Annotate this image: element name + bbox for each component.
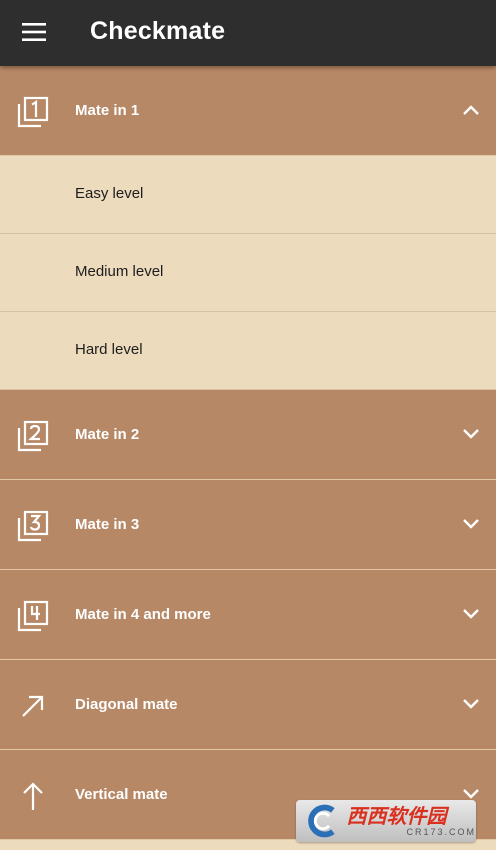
square-1-icon (17, 96, 49, 128)
watermark-logo: 西西软件园 CR173.COM (296, 800, 476, 842)
app-bar: Checkmate (0, 0, 496, 66)
square-2-icon (17, 420, 49, 452)
chevron-down-icon[interactable] (462, 607, 480, 619)
section-mate-in-1[interactable]: Mate in 1 (0, 66, 496, 156)
chevron-down-icon[interactable] (462, 787, 480, 799)
square-4-icon (17, 600, 49, 632)
bottom-strip (0, 842, 496, 850)
section-label: Diagonal mate (75, 696, 178, 713)
level-medium[interactable]: Medium level (0, 234, 496, 312)
section-mate-in-4[interactable]: Mate in 4 and more (0, 570, 496, 660)
level-label: Hard level (75, 341, 143, 358)
level-label: Easy level (75, 185, 144, 202)
section-label: Mate in 1 (75, 102, 140, 119)
square-3-icon (17, 510, 49, 542)
chevron-down-icon[interactable] (462, 427, 480, 439)
chevron-down-icon[interactable] (462, 697, 480, 709)
level-label: Medium level (75, 263, 164, 280)
up-arrow-icon (17, 780, 49, 812)
watermark-swoosh-icon (308, 804, 335, 838)
level-hard[interactable]: Hard level (0, 312, 496, 390)
section-label: Mate in 3 (75, 516, 140, 533)
diagonal-arrow-icon (17, 690, 49, 722)
section-diagonal-mate[interactable]: Diagonal mate (0, 660, 496, 750)
level-easy[interactable]: Easy level (0, 156, 496, 234)
category-list: Mate in 1 Easy level Medium level Hard l… (0, 66, 496, 840)
watermark-text: 西西软件园 (346, 804, 447, 828)
section-label: Mate in 4 and more (75, 606, 211, 623)
section-label: Vertical mate (75, 786, 168, 803)
section-mate-in-3[interactable]: Mate in 3 (0, 480, 496, 570)
chevron-up-icon[interactable] (462, 103, 480, 115)
watermark-url: CR173.COM (406, 827, 476, 837)
section-label: Mate in 2 (75, 426, 140, 443)
app-title: Checkmate (90, 17, 226, 45)
section-mate-in-2[interactable]: Mate in 2 (0, 390, 496, 480)
menu-icon[interactable] (20, 20, 48, 44)
chevron-down-icon[interactable] (462, 517, 480, 529)
